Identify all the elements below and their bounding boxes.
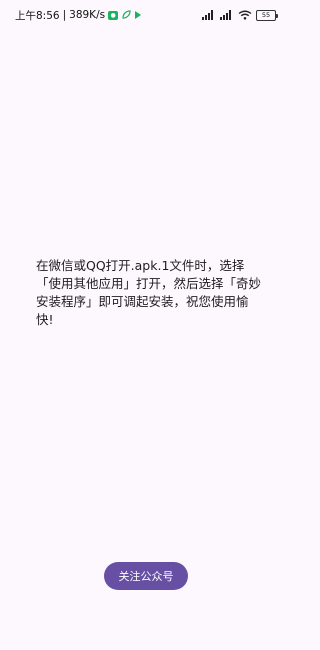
- media-play-icon: [135, 11, 142, 19]
- signal-icon: [220, 10, 231, 20]
- status-right: 55: [202, 9, 278, 21]
- app-badge-icon: ●: [108, 10, 119, 20]
- status-left: 上午8:56 | 389K/s ●: [15, 8, 142, 23]
- status-time: 上午8:56: [15, 9, 60, 22]
- install-instructions-text: 在微信或QQ打开.apk.1文件时，选择「使用其他应用」打开，然后选择「奇妙安装…: [36, 258, 262, 327]
- status-bar: 上午8:56 | 389K/s ● 55: [0, 0, 292, 30]
- network-speed: 389K/s: [69, 9, 106, 21]
- wifi-icon: [238, 10, 252, 20]
- leaf-icon: [122, 10, 131, 19]
- signal-icon: [202, 10, 213, 20]
- battery-icon: 55: [256, 9, 278, 21]
- battery-level: 55: [261, 10, 271, 19]
- status-separator: |: [62, 9, 67, 21]
- follow-official-account-button[interactable]: 关注公众号: [104, 562, 188, 590]
